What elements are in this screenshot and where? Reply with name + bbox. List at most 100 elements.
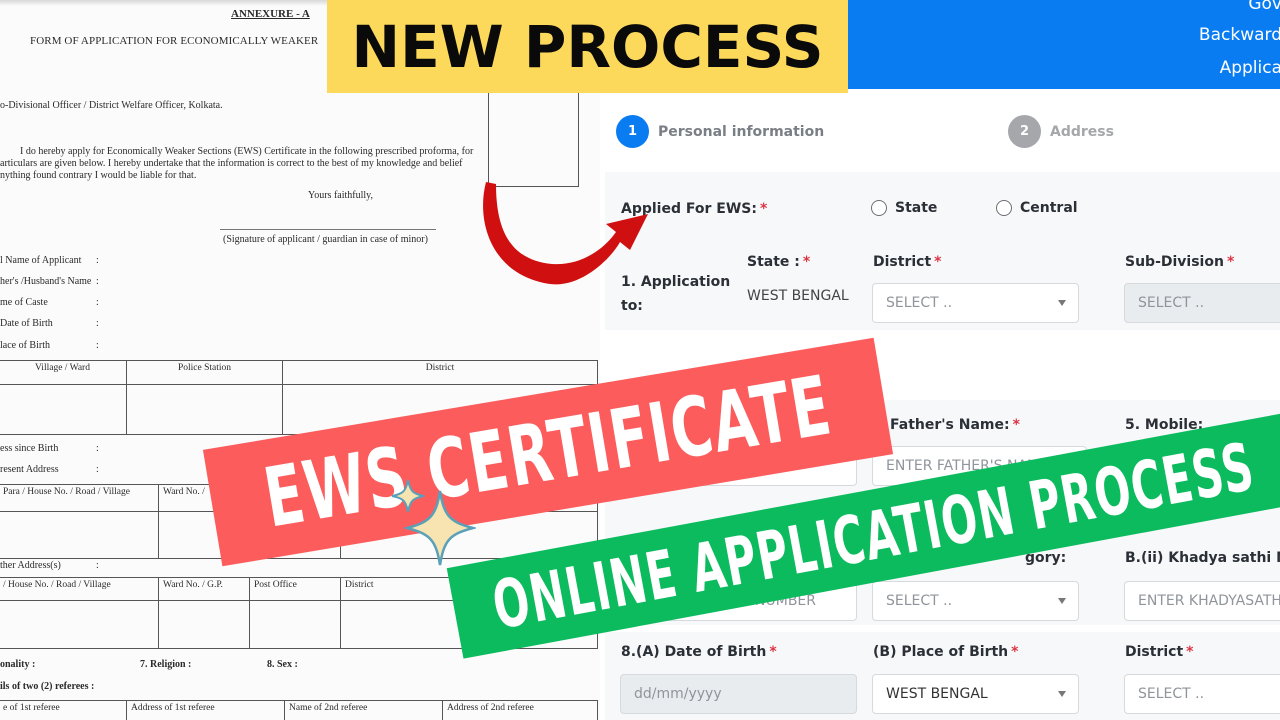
colon: :: [96, 297, 99, 308]
district-select[interactable]: SELECT ..: [872, 283, 1079, 323]
paper-field-label: her's /Husband's Name: [0, 276, 92, 287]
dropdown-caret-icon: [1058, 300, 1066, 306]
date-of-birth-input[interactable]: dd/mm/yyyy: [620, 674, 857, 714]
table-cell: [249, 600, 341, 649]
select-placeholder: SELECT ..: [1138, 295, 1205, 311]
district-label: District *: [873, 254, 941, 270]
category-select[interactable]: SELECT ..: [872, 581, 1079, 621]
required-asterisk: *: [1226, 254, 1235, 270]
paper-field-label: lace of Birth: [0, 340, 50, 351]
select-placeholder: SELECT ..: [886, 593, 953, 609]
nationality-label: onality :: [0, 659, 36, 670]
paper-field-row: resent Address:: [0, 464, 99, 475]
paper-field-label: me of Caste: [0, 297, 48, 308]
birth-district-select[interactable]: SELECT ..: [1124, 674, 1280, 714]
referees-label: ils of two (2) referees :: [0, 681, 95, 692]
step-number-badge: 2: [1008, 115, 1041, 148]
label-text: (B) Place of Birth: [873, 644, 1009, 660]
step-personal-information[interactable]: 1 Personal information: [616, 115, 824, 148]
select-placeholder: SELECT ..: [886, 295, 953, 311]
table-cell: [0, 600, 159, 649]
annexure-heading: ANNEXURE - A: [231, 8, 310, 20]
table-header: Police Station: [126, 360, 283, 385]
header-line-application: Applica: [1219, 58, 1280, 78]
label-text: District: [1125, 644, 1184, 660]
step-label: Address: [1050, 123, 1114, 140]
required-asterisk: *: [769, 644, 777, 660]
declaration-line: nything found contrary I would be liable…: [0, 170, 197, 181]
required-asterisk: *: [1186, 644, 1194, 660]
colon: :: [96, 443, 99, 454]
state-label: State : *: [747, 254, 810, 270]
sub-division-select[interactable]: SELECT ..: [1124, 283, 1280, 323]
sparkle-icon: [404, 490, 476, 566]
sex-label: 8. Sex :: [267, 659, 298, 670]
birth-district-label: District *: [1125, 644, 1193, 660]
radio-circle-icon[interactable]: [996, 200, 1012, 216]
header-line-government: Gov: [1248, 0, 1280, 14]
select-value: WEST BENGAL: [886, 686, 988, 702]
table-header: District: [282, 360, 598, 385]
table-header: Name of 2nd referee: [284, 700, 443, 720]
required-asterisk: *: [1012, 417, 1020, 433]
dropdown-caret-icon: [1058, 598, 1066, 604]
colon: :: [96, 318, 99, 329]
radio-central[interactable]: Central: [996, 200, 1078, 216]
radio-state[interactable]: State: [871, 200, 937, 216]
header-line-department: Backward: [1198, 25, 1280, 45]
curved-arrow-icon: [483, 182, 648, 285]
input-placeholder: dd/mm/yyyy: [634, 686, 722, 702]
religion-label: 7. Religion :: [140, 659, 192, 670]
paper-field-row: l Name of Applicant:: [0, 255, 99, 266]
referee-table: e of 1st referee Address of 1st referee …: [0, 700, 598, 720]
table-cell: [0, 511, 159, 559]
khadya-sathi-input[interactable]: ENTER KHADYASATHI: [1124, 581, 1280, 621]
fathers-name-label: Father's Name: *: [890, 417, 1020, 433]
radio-label: Central: [1020, 200, 1078, 216]
application-to-section: 1. Application to: State : * WEST BENGAL …: [605, 242, 1280, 330]
table-cell: [158, 600, 250, 649]
input-placeholder: ENTER KHADYASATHI: [1138, 593, 1280, 609]
table-header: Para / House No. / Road / Village: [0, 484, 159, 512]
paper-field-label: resent Address: [0, 464, 59, 475]
paper-field-row: lace of Birth:: [0, 340, 99, 351]
state-value: WEST BENGAL: [747, 288, 849, 304]
label-text: 8.(A) Date of Birth: [621, 644, 767, 660]
select-placeholder: SELECT ..: [1138, 686, 1205, 702]
sub-division-label: Sub-Division *: [1125, 254, 1234, 270]
declaration-paragraph: I do hereby apply for Economically Weake…: [0, 146, 480, 182]
yours-faithfully: Yours faithfully,: [308, 190, 374, 201]
label-text: Sub-Division: [1125, 254, 1224, 270]
form-title: FORM OF APPLICATION FOR ECONOMICALLY WEA…: [30, 35, 319, 47]
paper-field-label: ther Address(s): [0, 560, 61, 571]
colon: :: [96, 255, 99, 266]
paper-field-row: ther Address(s):: [0, 560, 99, 571]
signature-caption: (Signature of applicant / guardian in ca…: [223, 234, 428, 245]
required-asterisk: *: [1011, 644, 1019, 660]
paper-field-row: me of Caste:: [0, 297, 99, 308]
paper-field-label: Date of Birth: [0, 318, 53, 329]
table-header: e of 1st referee: [0, 700, 127, 720]
paper-field-label: l Name of Applicant: [0, 255, 82, 266]
required-asterisk: *: [802, 254, 811, 270]
banner-text: NEW PROCESS: [351, 12, 824, 81]
colon: :: [96, 276, 99, 287]
paper-field-row: Date of Birth:: [0, 318, 99, 329]
required-asterisk: *: [759, 201, 768, 217]
paper-field-row: her's /Husband's Name:: [0, 276, 99, 287]
birth-details-section: 8.(A) Date of Birth * dd/mm/yyyy (B) Plac…: [605, 632, 1280, 720]
new-process-banner: NEW PROCESS: [327, 0, 848, 93]
sparkle-shape: [404, 490, 476, 566]
label-text: District: [873, 254, 932, 270]
colon: :: [96, 560, 99, 571]
table-header: Ward No. / G.P.: [158, 577, 250, 601]
radio-label: State: [895, 200, 938, 216]
step-address[interactable]: 2 Address: [1008, 115, 1114, 148]
table-cell: [126, 384, 283, 435]
table-header: Address of 1st referee: [126, 700, 285, 720]
label-text: State :: [747, 254, 800, 270]
label-text: Father's Name:: [890, 417, 1010, 433]
radio-circle-icon[interactable]: [871, 200, 887, 216]
place-of-birth-select[interactable]: WEST BENGAL: [872, 674, 1079, 714]
signature-line: [220, 229, 436, 230]
